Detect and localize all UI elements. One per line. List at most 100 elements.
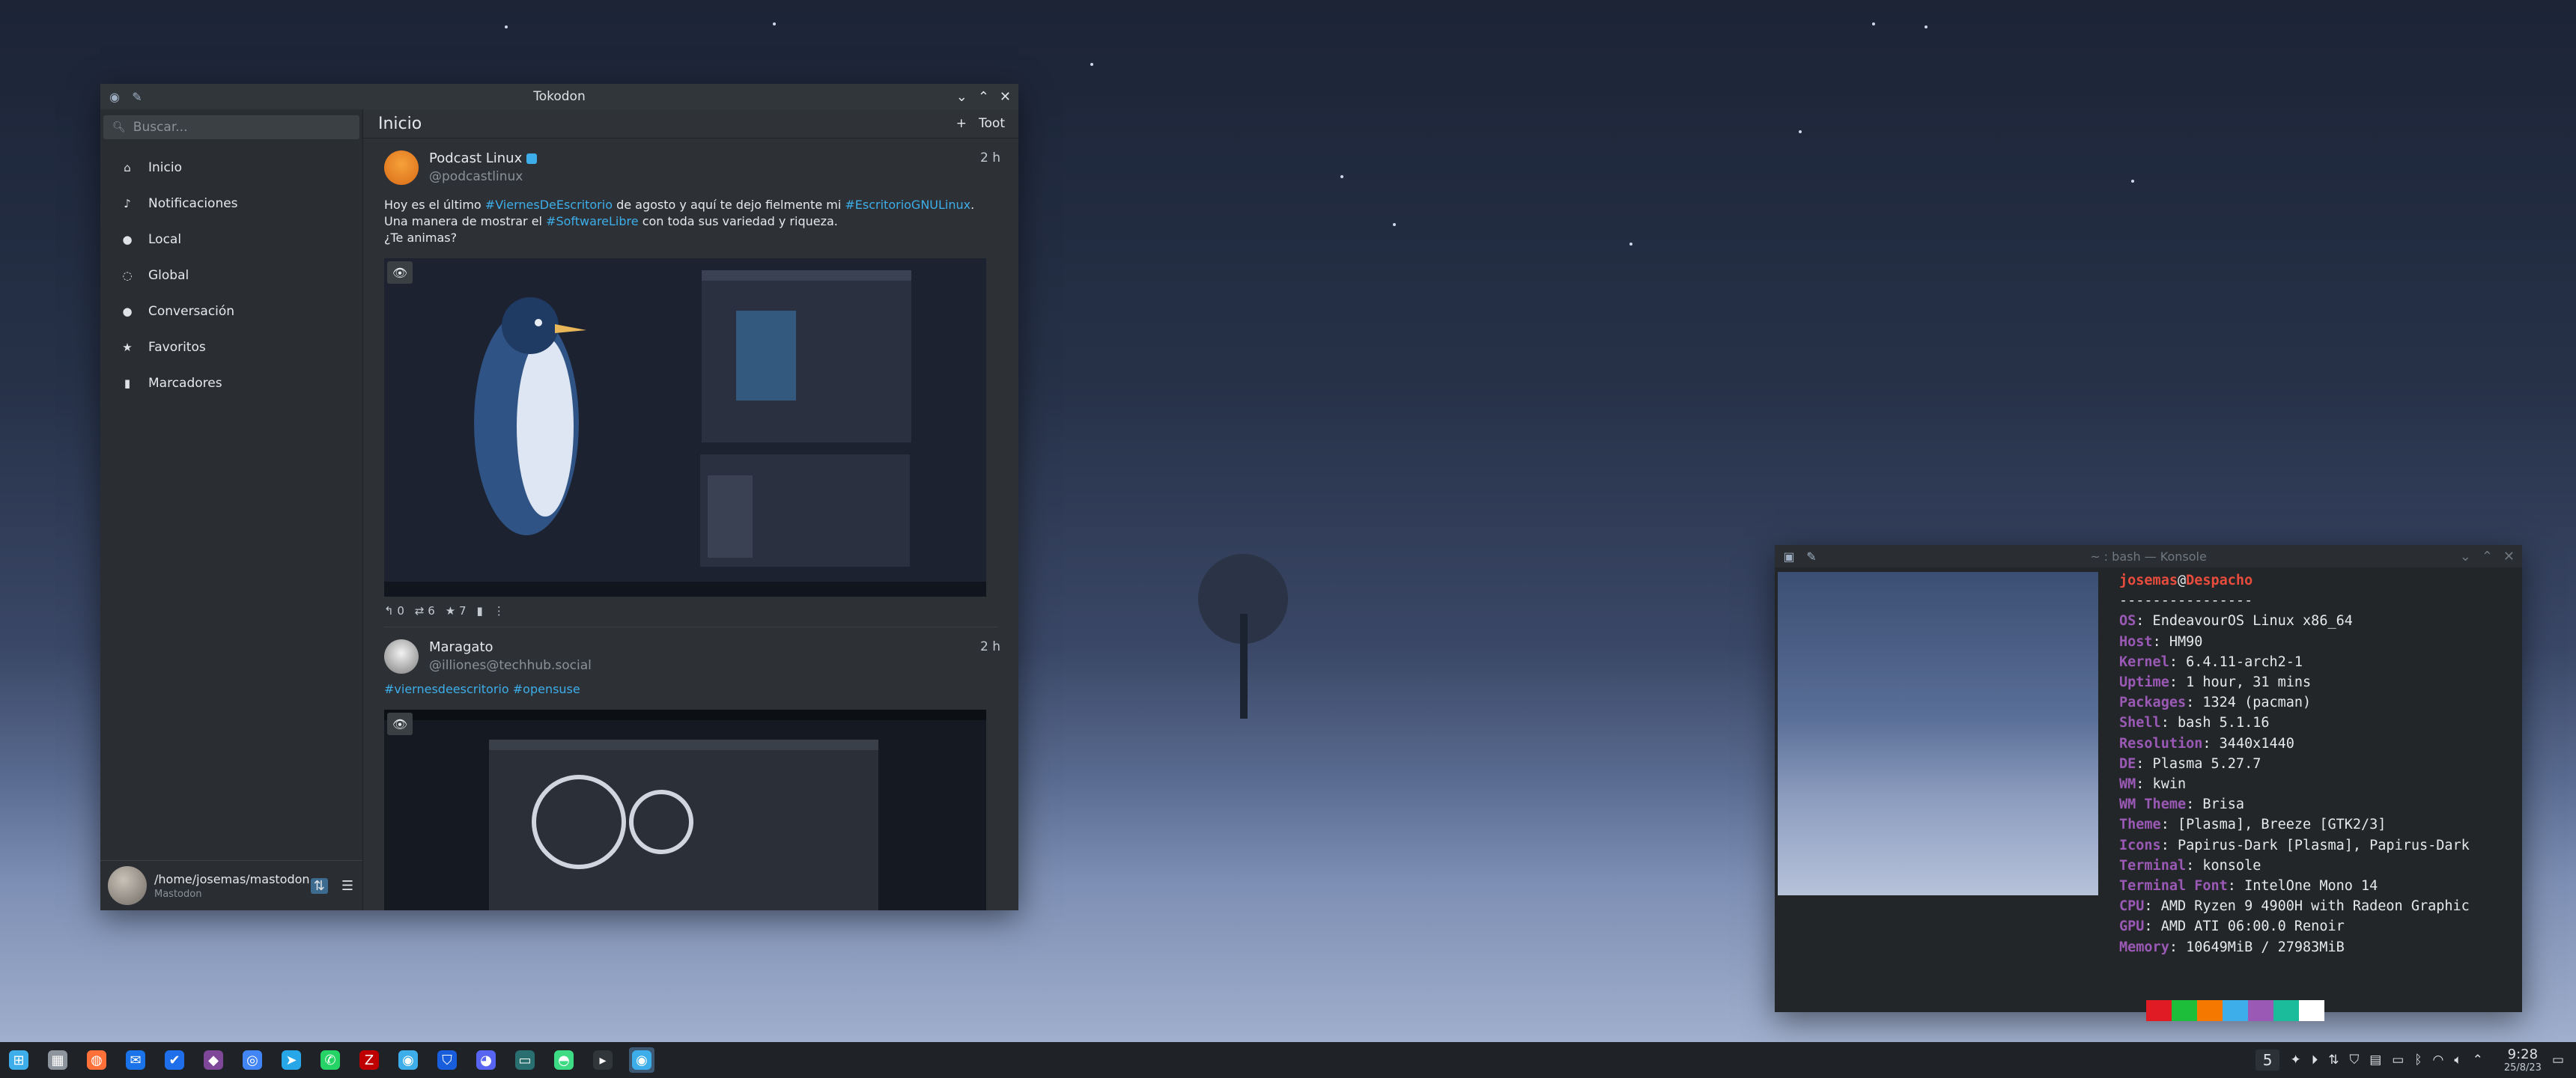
close-button[interactable]: ✕ xyxy=(2503,549,2515,564)
post[interactable]: Podcast Linux @podcastlinux 2 h Hoy es e… xyxy=(363,138,1018,627)
volume-icon[interactable]: 🔈︎ xyxy=(2454,1053,2461,1068)
post-content: #viernesdeescritorio #opensuse xyxy=(384,681,997,698)
neofetch-value: : kwin xyxy=(2136,776,2187,793)
hashtag-link[interactable]: #SoftwareLibre xyxy=(546,214,639,228)
file-manager-icon[interactable]: ▦ xyxy=(45,1047,70,1073)
show-desktop-icon[interactable]: ▭ xyxy=(2552,1053,2564,1068)
tray-icon[interactable]: ✦ xyxy=(2290,1053,2300,1068)
network-icon[interactable]: ⇅ xyxy=(2328,1053,2339,1068)
telegram-icon[interactable]: ➤ xyxy=(279,1047,304,1073)
maximize-button[interactable]: ⌃ xyxy=(978,89,989,105)
more-options-icon[interactable]: ⋮ xyxy=(493,604,505,618)
eye-icon[interactable]: 👁︎ xyxy=(387,261,413,284)
neofetch-value: : 1 hour, 31 mins xyxy=(2169,674,2312,691)
neofetch-key: OS xyxy=(2119,613,2136,630)
android-icon[interactable]: ◓ xyxy=(551,1047,577,1073)
reply-button[interactable]: ↰ 0 xyxy=(384,604,404,618)
firefox-icon[interactable]: ◍ xyxy=(84,1047,109,1073)
tor-icon[interactable]: ◆ xyxy=(201,1047,226,1073)
neofetch-key: Packages xyxy=(2119,695,2187,711)
post-avatar[interactable] xyxy=(384,150,419,185)
post-image[interactable]: 👁︎ xyxy=(384,710,986,910)
clock[interactable]: 9:28 25/8/23 xyxy=(2504,1047,2542,1074)
neofetch-value: : bash 5.1.16 xyxy=(2160,715,2270,731)
post-actions: ↰ 0 ⇄ 6 ★ 7 ▮ ⋮ xyxy=(384,604,997,627)
neofetch-row: OS: EndeavourOS Linux x86_64 xyxy=(2119,611,2470,631)
palette-swatch xyxy=(2299,1000,2324,1021)
favorite-button[interactable]: ★ 7 xyxy=(446,604,467,618)
bluetooth-icon[interactable]: ᛒ xyxy=(2414,1053,2422,1068)
sidebar-item-conversacion[interactable]: ● Conversación xyxy=(100,293,362,329)
maximize-button[interactable]: ⌃ xyxy=(2482,549,2493,564)
pin-icon[interactable]: ✎ xyxy=(1803,548,1820,564)
post-author[interactable]: Podcast Linux xyxy=(429,150,538,166)
monitor-icon[interactable]: ▭ xyxy=(512,1047,538,1073)
search-field[interactable]: 🔍︎ Buscar... xyxy=(103,115,359,139)
boost-button[interactable]: ⇄ 6 xyxy=(415,604,435,618)
neofetch-row: Terminal: konsole xyxy=(2119,856,2470,876)
minimize-button[interactable]: ⌄ xyxy=(956,89,967,105)
bell-icon: ♪ xyxy=(124,197,131,210)
konsole-window[interactable]: ▣ ✎ ~ : bash — Konsole ⌄ ⌃ ✕ josemas@Des… xyxy=(1775,545,2522,1021)
clipboard-icon[interactable]: ▤ xyxy=(2369,1053,2381,1068)
sidebar-item-inicio[interactable]: ⌂ Inicio xyxy=(100,150,362,186)
sidebar-item-global[interactable]: ◌ Global xyxy=(100,258,362,293)
virtual-desktop-indicator[interactable]: 5 xyxy=(2255,1050,2280,1071)
close-button[interactable]: ✕ xyxy=(1000,89,1011,105)
konsole-titlebar[interactable]: ▣ ✎ ~ : bash — Konsole ⌄ ⌃ ✕ xyxy=(1775,545,2522,567)
bookmark-button[interactable]: ▮ xyxy=(477,604,483,618)
todo-icon[interactable]: ✔ xyxy=(162,1047,187,1073)
tokodon-icon[interactable]: ◉ xyxy=(395,1047,421,1073)
switch-account-icon[interactable]: ⇅ xyxy=(310,877,328,894)
post[interactable]: Maragato @illiones@techhub.social 2 h #v… xyxy=(363,627,1018,910)
pin-icon[interactable]: ✎ xyxy=(129,88,145,105)
neofetch-row: DE: Plasma 5.27.7 xyxy=(2119,754,2470,774)
app-launcher-icon[interactable]: ⊞ xyxy=(6,1047,31,1073)
sidebar-item-local[interactable]: ● Local xyxy=(100,222,362,258)
post-time: 2 h xyxy=(980,150,1000,165)
sidebar-item-marcadores[interactable]: ▮ Marcadores xyxy=(100,365,362,401)
media-icon[interactable]: ⏵ xyxy=(2312,1053,2318,1068)
system-tray: 5 ✦ ⏵ ⇅ ⛉ ▤ ▭ ᛒ ◠ 🔈︎ ⌃ 9:28 25/8/23 ▭ xyxy=(2255,1047,2564,1074)
konsole-icon[interactable]: ▸ xyxy=(590,1047,616,1073)
tokodon-window[interactable]: ◉ ✎ Tokodon ⌄ ⌃ ✕ 🔍︎ Buscar... ⌂ Inicio ♪… xyxy=(100,84,1018,910)
neofetch-key: Uptime xyxy=(2119,674,2169,691)
sidebar-item-notificaciones[interactable]: ♪ Notificaciones xyxy=(100,186,362,222)
post-image[interactable]: 👁︎ xyxy=(384,258,986,597)
tokodon-active-icon[interactable]: ◉ xyxy=(629,1047,654,1073)
wifi-icon[interactable]: ◠ xyxy=(2433,1053,2444,1068)
neofetch-value: : konsole xyxy=(2186,857,2261,874)
konsole-app-icon[interactable]: ▣ xyxy=(1781,548,1797,564)
minimize-button[interactable]: ⌄ xyxy=(2460,549,2471,564)
discord-icon[interactable]: ◕ xyxy=(473,1047,499,1073)
post-avatar[interactable] xyxy=(384,639,419,674)
neofetch-key: Shell xyxy=(2119,715,2161,731)
tokodon-app-icon[interactable]: ◉ xyxy=(106,88,123,105)
chrome-icon[interactable]: ◎ xyxy=(240,1047,265,1073)
neofetch-key: WM Theme xyxy=(2119,797,2187,813)
eye-icon[interactable]: 👁︎ xyxy=(387,713,413,735)
expand-tray-icon[interactable]: ⌃ xyxy=(2473,1053,2483,1068)
color-palette xyxy=(2146,1000,2324,1021)
post-author[interactable]: Maragato xyxy=(429,639,592,655)
sidebar-item-favoritos[interactable]: ★ Favoritos xyxy=(100,329,362,365)
tokodon-titlebar[interactable]: ◉ ✎ Tokodon ⌄ ⌃ ✕ xyxy=(100,84,1018,109)
whatsapp-icon[interactable]: ✆ xyxy=(318,1047,343,1073)
hashtag-link[interactable]: #ViernesDeEscritorio xyxy=(485,198,613,212)
search-placeholder: Buscar... xyxy=(133,120,188,135)
filezilla-icon[interactable]: Z xyxy=(356,1047,382,1073)
hashtag-link[interactable]: #viernesdeescritorio #opensuse xyxy=(384,682,580,696)
battery-icon[interactable]: ▭ xyxy=(2392,1053,2404,1068)
menu-icon[interactable]: ☰ xyxy=(341,878,353,894)
account-switcher[interactable]: /home/josemas/mastodon Mastodon ⇅ ☰ xyxy=(100,860,362,910)
palette-swatch xyxy=(2172,1000,2197,1021)
thunderbird-icon[interactable]: ✉ xyxy=(123,1047,148,1073)
bitwarden-icon[interactable]: ⛉ xyxy=(434,1047,460,1073)
hashtag-link[interactable]: #EscritorioGNULinux xyxy=(845,198,970,212)
taskbar: ⊞ ▦ ◍ ✉ ✔ ◆ ◎ ➤ ✆ Z ◉ ⛉ ◕ ▭ ◓ ▸ ◉ 5 ✦ ⏵ ⇅ ⛉ ▤ ▭ ᛒ ◠ 🔈︎ ⌃… xyxy=(0,1042,2576,1078)
bookmark-icon: ▮ xyxy=(124,377,131,390)
toot-button[interactable]: + Toot xyxy=(956,116,1005,131)
neofetch-row: Icons: Papirus-Dark [Plasma], Papirus-Da… xyxy=(2119,835,2470,856)
terminal-output[interactable]: josemas@Despacho ---------------- OS: Ende… xyxy=(1775,567,2522,1021)
shield-icon[interactable]: ⛉ xyxy=(2349,1053,2359,1068)
